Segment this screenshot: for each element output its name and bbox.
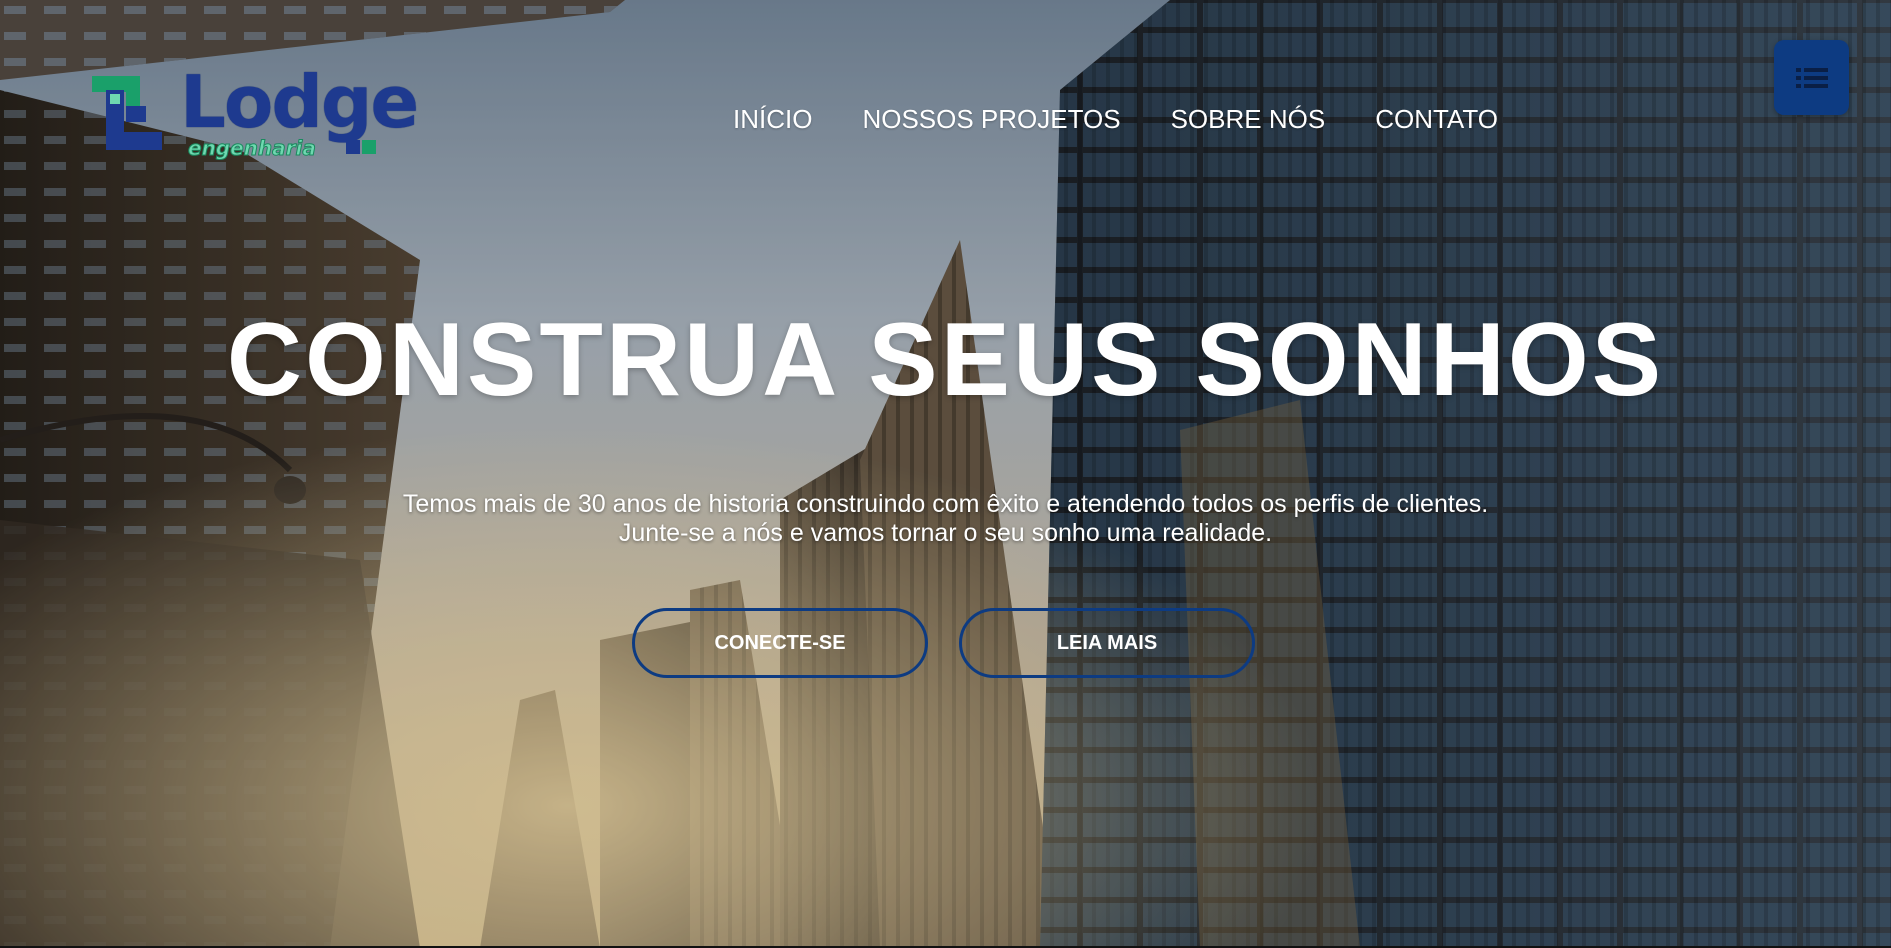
list-icon [1795, 67, 1828, 88]
main-nav: INÍCIO NOSSOS PROJETOS SOBRE NÓS CONTATO [733, 104, 1498, 135]
menu-button[interactable] [1774, 40, 1849, 115]
logo-tagline: engenharia [188, 136, 317, 161]
hero-subtext: Temos mais de 30 anos de historia constr… [0, 490, 1891, 548]
brand-logo[interactable]: Lodge engenharia [92, 60, 419, 164]
hero-headline: CONSTRUA SEUS SONHOS [226, 302, 1665, 418]
hero-subtext-line-1: Temos mais de 30 anos de historia constr… [402, 490, 1489, 518]
nav-item-projetos[interactable]: NOSSOS PROJETOS [862, 104, 1120, 135]
logo-mark-icon [92, 76, 162, 150]
hero-cta-row: CONECTE-SE LEIA MAIS [632, 608, 1255, 678]
logo-wordmark: Lodge [180, 60, 419, 144]
nav-item-inicio[interactable]: INÍCIO [733, 104, 812, 135]
read-more-button[interactable]: LEIA MAIS [959, 608, 1255, 678]
nav-item-sobre[interactable]: SOBRE NÓS [1171, 104, 1326, 135]
hero-section: Lodge engenharia INÍCIO NOSSOS PROJETOS … [0, 0, 1891, 948]
logo-square-blue [346, 140, 360, 154]
nav-item-contato[interactable]: CONTATO [1375, 104, 1498, 135]
logo-square-green [362, 140, 376, 154]
connect-button[interactable]: CONECTE-SE [632, 608, 928, 678]
hero-subtext-line-2: Junte-se a nós e vamos tornar o seu sonh… [618, 519, 1273, 547]
